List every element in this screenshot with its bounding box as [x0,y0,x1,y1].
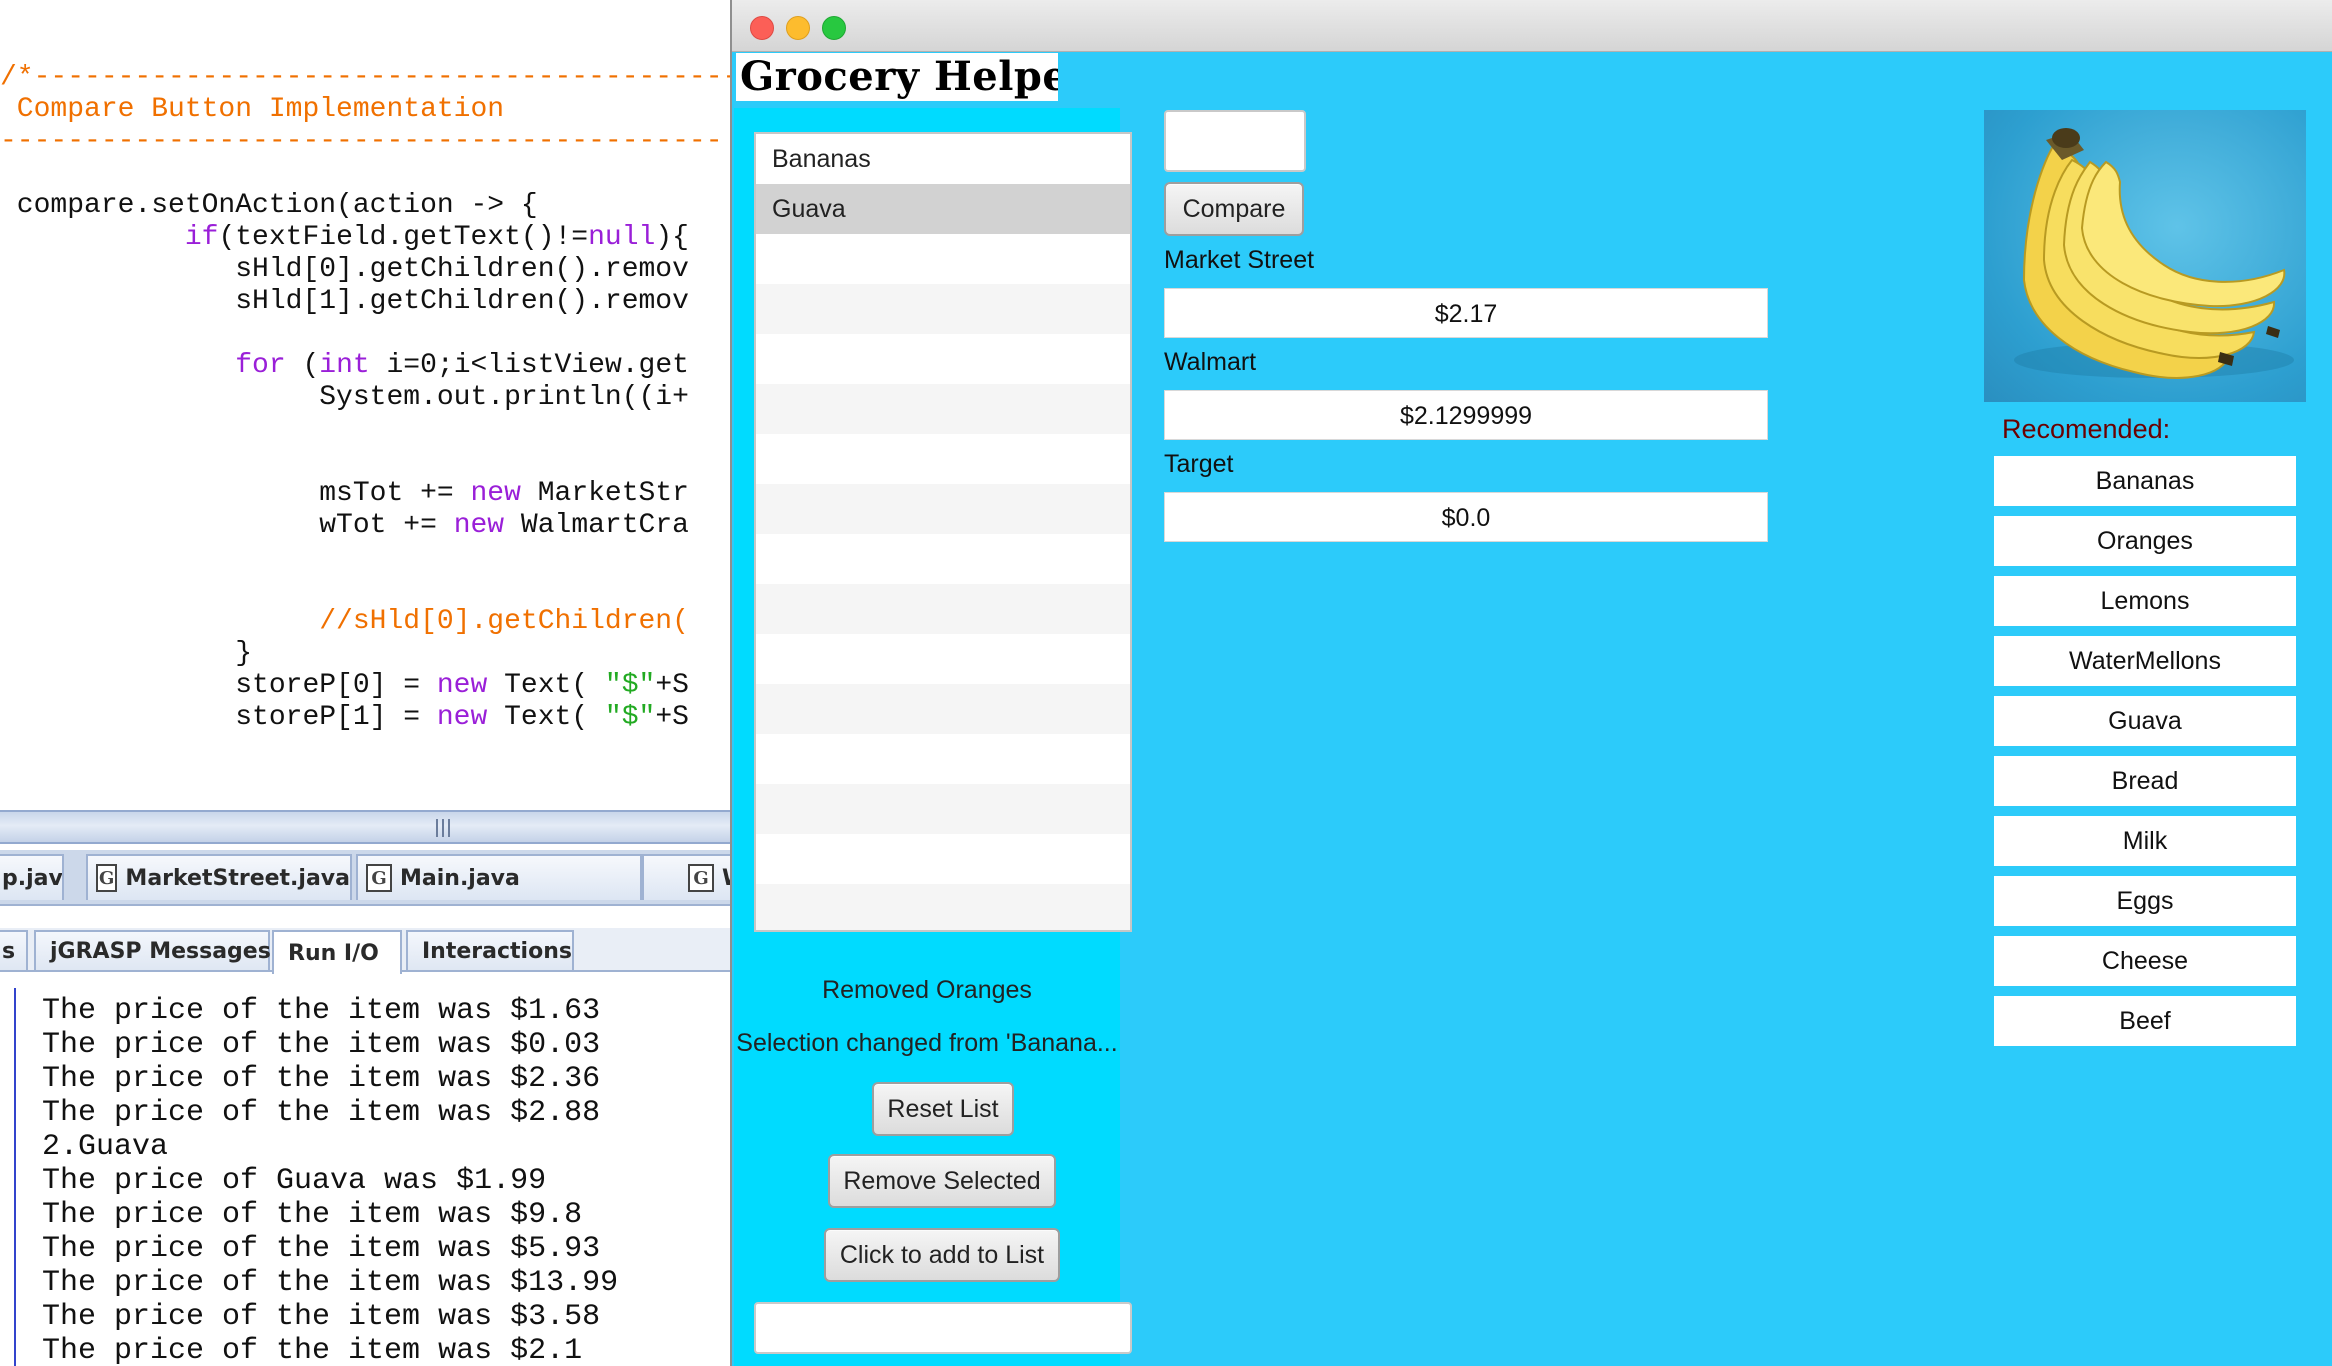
app-title: Grocery Helper [736,53,1058,101]
code-line: /*--------------------------------------… [0,62,740,93]
code-line: ----------------------------------------… [0,126,723,157]
recommended-item-bananas[interactable]: Bananas [1994,456,2296,506]
file-tab[interactable]: p.java [0,854,64,900]
code-line: storeP[0] = new Text( "$"+S [0,670,689,701]
recommended-item-eggs[interactable]: Eggs [1994,876,2296,926]
recommended-item-beef[interactable]: Beef [1994,996,2296,1046]
add-to-list-button[interactable]: Click to add to List [824,1228,1060,1282]
list-item-empty[interactable] [756,434,1130,484]
minimize-window-button[interactable] [786,16,810,40]
store-label-target: Target [1164,450,1234,478]
code-line: compare.setOnAction(action -> { [0,190,538,221]
recommended-item-oranges[interactable]: Oranges [1994,516,2296,566]
recommended-item-watermellons[interactable]: WaterMellons [1994,636,2296,686]
tab-messages[interactable]: s [0,930,28,970]
java-file-icon: G [96,864,118,892]
list-item-empty[interactable] [756,384,1130,434]
list-item-empty[interactable] [756,634,1130,684]
list-item-empty[interactable] [756,484,1130,534]
recommended-item-lemons[interactable]: Lemons [1994,576,2296,626]
reset-list-button[interactable]: Reset List [872,1082,1014,1136]
code-line: msTot += new MarketStr [0,478,689,509]
file-tab-marketstreet[interactable]: G MarketStreet.java [86,854,352,900]
console-line: The price of the item was $5.93 [42,1232,601,1266]
console-line: The price of the item was $2.88 [42,1096,601,1130]
grocery-list-panel: Bananas Guava Removed Oranges Selection … [734,108,1132,1366]
console-line: The price of the item was $2.36 [42,1062,601,1096]
console-line: The price of the item was $2.1 [42,1334,583,1366]
price-walmart: $2.1299999 [1164,390,1768,440]
close-window-button[interactable] [750,16,774,40]
code-line: Compare Button Implementation [0,94,505,125]
list-item-empty[interactable] [756,534,1130,584]
price-target: $0.0 [1164,492,1768,542]
recommended-label: Recomended: [2002,414,2171,444]
console-gutter [14,988,16,1366]
list-item-empty[interactable] [756,284,1130,334]
run-io-console[interactable]: The price of the item was $1.63 The pric… [0,974,740,1366]
code-editor[interactable]: /*--------------------------------------… [0,0,740,810]
price-market-street: $2.17 [1164,288,1768,338]
file-tab-bar: p.java G MarketStreet.java G Main.java G… [0,850,762,906]
code-line: wTot += new WalmartCra [0,510,689,541]
java-file-icon: G [688,864,714,892]
console-line: 2.Guava [42,1130,169,1164]
list-item-empty[interactable] [756,684,1130,734]
tab-jgrasp-messages[interactable]: jGRASP Messages [34,930,271,970]
grocery-list[interactable]: Bananas Guava [754,132,1132,932]
recommended-item-bread[interactable]: Bread [1994,756,2296,806]
remove-selected-button[interactable]: Remove Selected [828,1154,1056,1208]
tab-interactions[interactable]: Interactions [406,930,574,970]
list-item-empty[interactable] [756,234,1130,284]
recommended-item-milk[interactable]: Milk [1994,816,2296,866]
tab-run-io[interactable]: Run I/O [272,930,402,974]
console-line: The price of the item was $3.58 [42,1300,601,1334]
file-tab-label: p.java [2,865,63,891]
list-item-empty[interactable] [756,784,1130,834]
console-line: The price of the item was $13.99 [42,1266,619,1300]
console-line: The price of Guava was $1.99 [42,1164,547,1198]
message-tab-bar: s jGRASP Messages Run I/O Interactions [0,928,740,974]
list-item-empty[interactable] [756,734,1130,784]
code-line: System.out.println((i+ [0,382,689,413]
console-line: The price of the item was $1.63 [42,994,601,1028]
code-line: sHld[0].getChildren().remov [0,254,689,285]
removed-status: Removed Oranges [822,976,1032,1004]
console-line: The price of the item was $9.8 [42,1198,583,1232]
code-line: sHld[1].getChildren().remov [0,286,689,317]
code-line: storeP[1] = new Text( "$"+S [0,702,689,733]
code-line: if(textField.getText()!=null){ [0,222,689,254]
recommended-item-cheese[interactable]: Cheese [1994,936,2296,986]
code-line: } [0,638,253,669]
console-line: The price of the item was $0.03 [42,1028,601,1062]
java-file-icon: G [366,864,392,892]
grip-icon[interactable] [436,819,450,837]
code-line: //sHld[0].getChildren( [0,606,689,637]
file-tab-main[interactable]: G Main.java [356,854,642,900]
store-label-walmart: Walmart [1164,348,1257,376]
file-tab-label: Main.java [400,865,520,891]
bananas-illustration [2014,128,2294,379]
add-item-input[interactable] [754,1302,1132,1354]
pane-splitter[interactable] [0,810,740,844]
compare-input[interactable] [1164,110,1306,172]
bananas-image [1984,110,2306,402]
code-line: for (int i=0;i<listView.get [235,350,689,381]
selection-status: Selection changed from 'Banana... [736,1029,1118,1057]
list-item-empty[interactable] [756,834,1130,884]
file-tab-label: MarketStreet.java [125,865,350,891]
compare-button[interactable]: Compare [1164,182,1304,236]
recommended-item-guava[interactable]: Guava [1994,696,2296,746]
maximize-window-button[interactable] [822,16,846,40]
window-titlebar[interactable] [732,0,2332,52]
code-text: if(textField.getText()!=null){ [184,222,689,253]
store-label-market-street: Market Street [1164,246,1315,274]
list-item-guava[interactable]: Guava [756,184,1130,234]
grocery-helper-window: Grocery Helper Bananas Guava Removed Ora… [730,0,2332,1366]
list-item-bananas[interactable]: Bananas [756,134,1130,184]
list-item-empty[interactable] [756,334,1130,384]
list-item-empty[interactable] [756,884,1130,930]
list-item-empty[interactable] [756,584,1130,634]
